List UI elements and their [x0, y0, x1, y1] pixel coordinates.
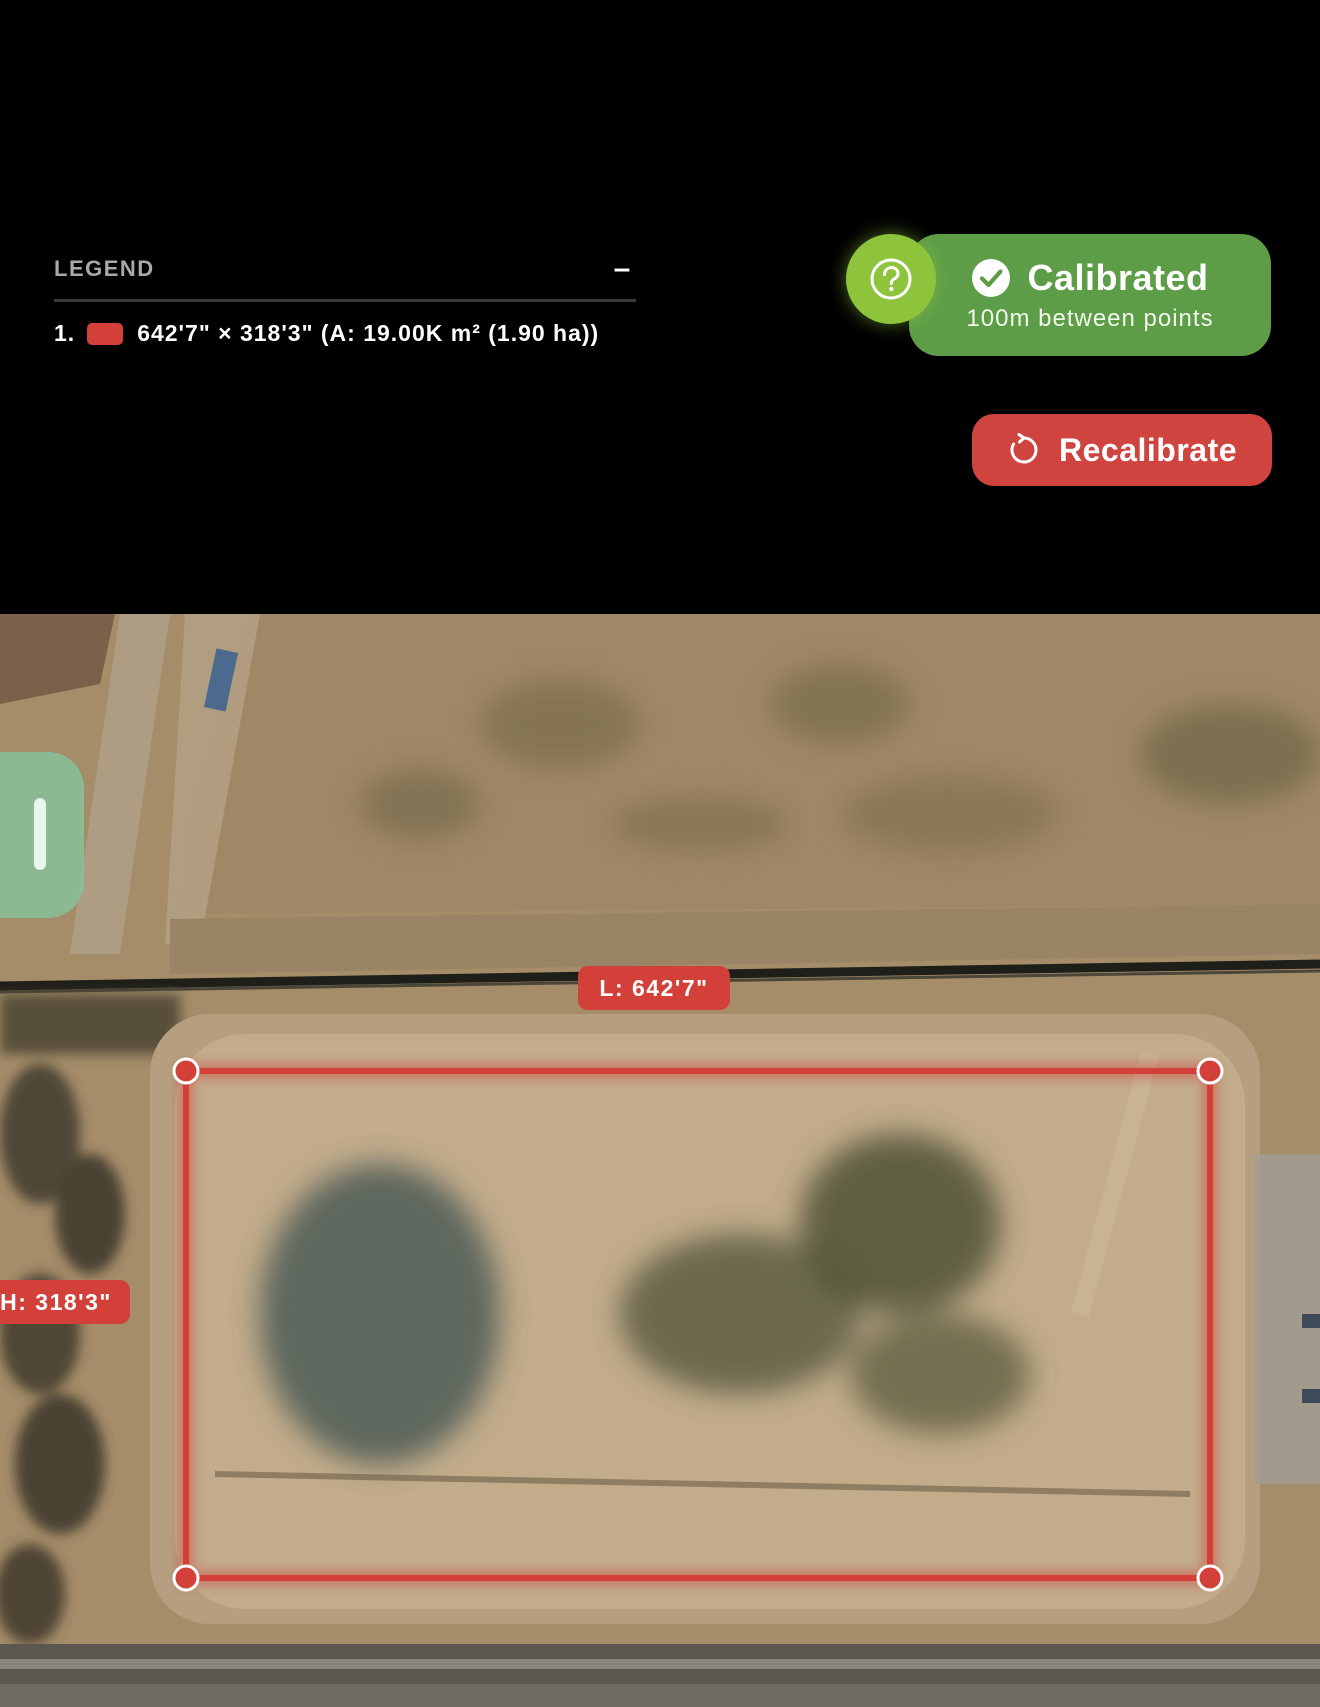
calibration-detail-text: 100m between points [966, 305, 1214, 332]
drag-grip-icon [34, 798, 46, 870]
legend-title: LEGEND [54, 256, 155, 281]
map-terrain [0, 614, 1320, 1707]
legend-divider [54, 299, 636, 302]
recalibrate-label: Recalibrate [1058, 431, 1238, 468]
refresh-icon [1007, 433, 1041, 467]
legend-item-index: 1. [54, 320, 76, 346]
calibration-status-row: Calibrated [971, 257, 1208, 299]
corner-handle-top-left[interactable] [172, 1057, 200, 1085]
legend-item-swatch [87, 322, 124, 345]
legend-collapse-button[interactable]: – [608, 254, 636, 284]
calibration-status-badge: Calibrated 100m between points [909, 234, 1271, 356]
corner-handle-top-right[interactable] [1196, 1057, 1224, 1085]
control-panel: LEGEND – 1. 642'7" × 318'3" (A: 19.00K m… [0, 0, 1320, 614]
question-circle-icon [869, 257, 913, 301]
corner-handle-bottom-left[interactable] [172, 1564, 200, 1592]
side-panel-handle[interactable] [0, 752, 84, 918]
legend-header: LEGEND – [54, 250, 636, 288]
recalibrate-button[interactable]: Recalibrate [972, 414, 1272, 486]
legend-item-text: 642'7" × 318'3" (A: 19.00K m² (1.90 ha)) [137, 320, 600, 346]
calibration-status-text: Calibrated [1027, 257, 1209, 298]
corner-handle-bottom-right[interactable] [1196, 1564, 1224, 1592]
check-circle-icon [971, 258, 1011, 298]
app-window: LEGEND – 1. 642'7" × 318'3" (A: 19.00K m… [0, 0, 1320, 1707]
help-button[interactable] [846, 234, 936, 324]
satellite-map[interactable] [0, 614, 1320, 1707]
height-label: H: 318'3" [0, 1280, 130, 1324]
legend-panel: LEGEND – 1. 642'7" × 318'3" (A: 19.00K m… [54, 250, 636, 347]
length-label: L: 642'7" [578, 966, 730, 1010]
legend-item[interactable]: 1. 642'7" × 318'3" (A: 19.00K m² (1.90 h… [54, 320, 636, 347]
